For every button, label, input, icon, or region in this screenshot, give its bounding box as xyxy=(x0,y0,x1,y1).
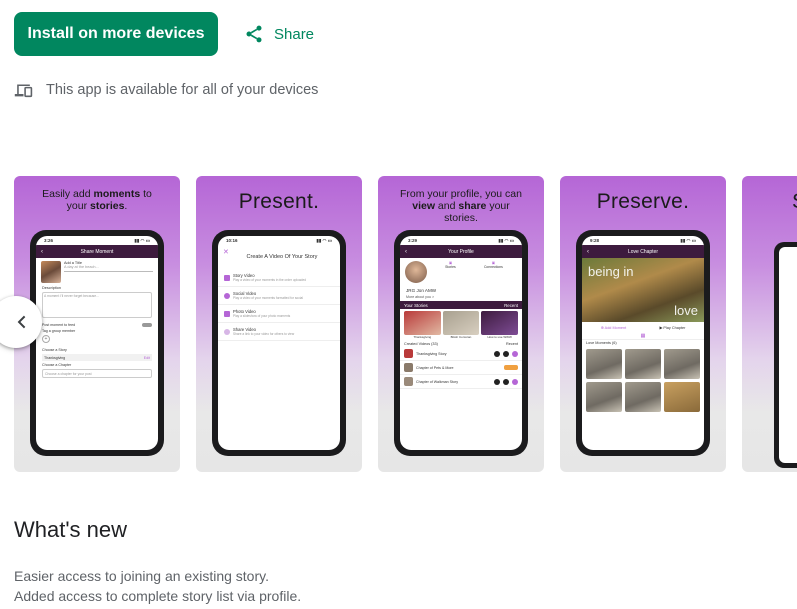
whats-new-line: Added access to complete story list via … xyxy=(14,588,302,604)
share-button[interactable]: Share xyxy=(244,22,314,46)
availability-text: This app is available for all of your de… xyxy=(46,82,319,98)
phone-mockup xyxy=(774,242,797,468)
screenshot-caption: Preserve. xyxy=(596,190,690,213)
screenshot-profile[interactable]: From your profile, you can view and shar… xyxy=(378,176,544,472)
screenshot-caption: Present. xyxy=(238,190,320,213)
screenshot-present[interactable]: Present. 10:16 ▮▮ ◠ ▭ ✕ Create A Video Of… xyxy=(196,176,362,472)
share-label: Share xyxy=(274,25,315,43)
phone-mockup: 3:26 ▮▮ ◠ ▭ ‹ Share Moment Add a Title A d… xyxy=(30,230,164,456)
whats-new-heading: What's new xyxy=(14,517,128,542)
whats-new-line: Easier access to joining an existing sto… xyxy=(14,568,269,584)
share-icon xyxy=(246,25,262,43)
phone-mockup: 10:16 ▮▮ ◠ ▭ ✕ Create A Video Of Your Sto… xyxy=(212,230,346,456)
screenshot-preserve[interactable]: Preserve. 9:28 ▮▮ ◠ ▭ ‹ Love Chapter being… xyxy=(560,176,726,472)
device-availability: This app is available for all of your de… xyxy=(14,80,318,100)
screenshot-caption: From your profile, you can view and shar… xyxy=(400,188,522,224)
screenshot-caption: Easily add moments to your stories. xyxy=(42,188,152,212)
install-on-more-devices-button[interactable]: Install on more devices xyxy=(14,12,218,56)
screenshot-partial[interactable]: S xyxy=(742,176,797,472)
chevron-left-icon xyxy=(17,315,26,329)
whats-new-notes: Easier access to joining an existing sto… xyxy=(14,566,301,606)
phone-mockup: 9:28 ▮▮ ◠ ▭ ‹ Love Chapter being in love ⊕… xyxy=(576,230,710,456)
screenshot-caption: S xyxy=(742,190,797,214)
devices-icon xyxy=(14,84,33,98)
screenshot-carousel[interactable]: Easily add moments to your stories. 3:26… xyxy=(14,176,797,472)
phone-mockup: 3:29 ▮▮ ◠ ▭ ‹ Your Profile ▣ Stories ▣ Conne… xyxy=(394,230,528,456)
back-icon: ‹ xyxy=(41,248,43,255)
